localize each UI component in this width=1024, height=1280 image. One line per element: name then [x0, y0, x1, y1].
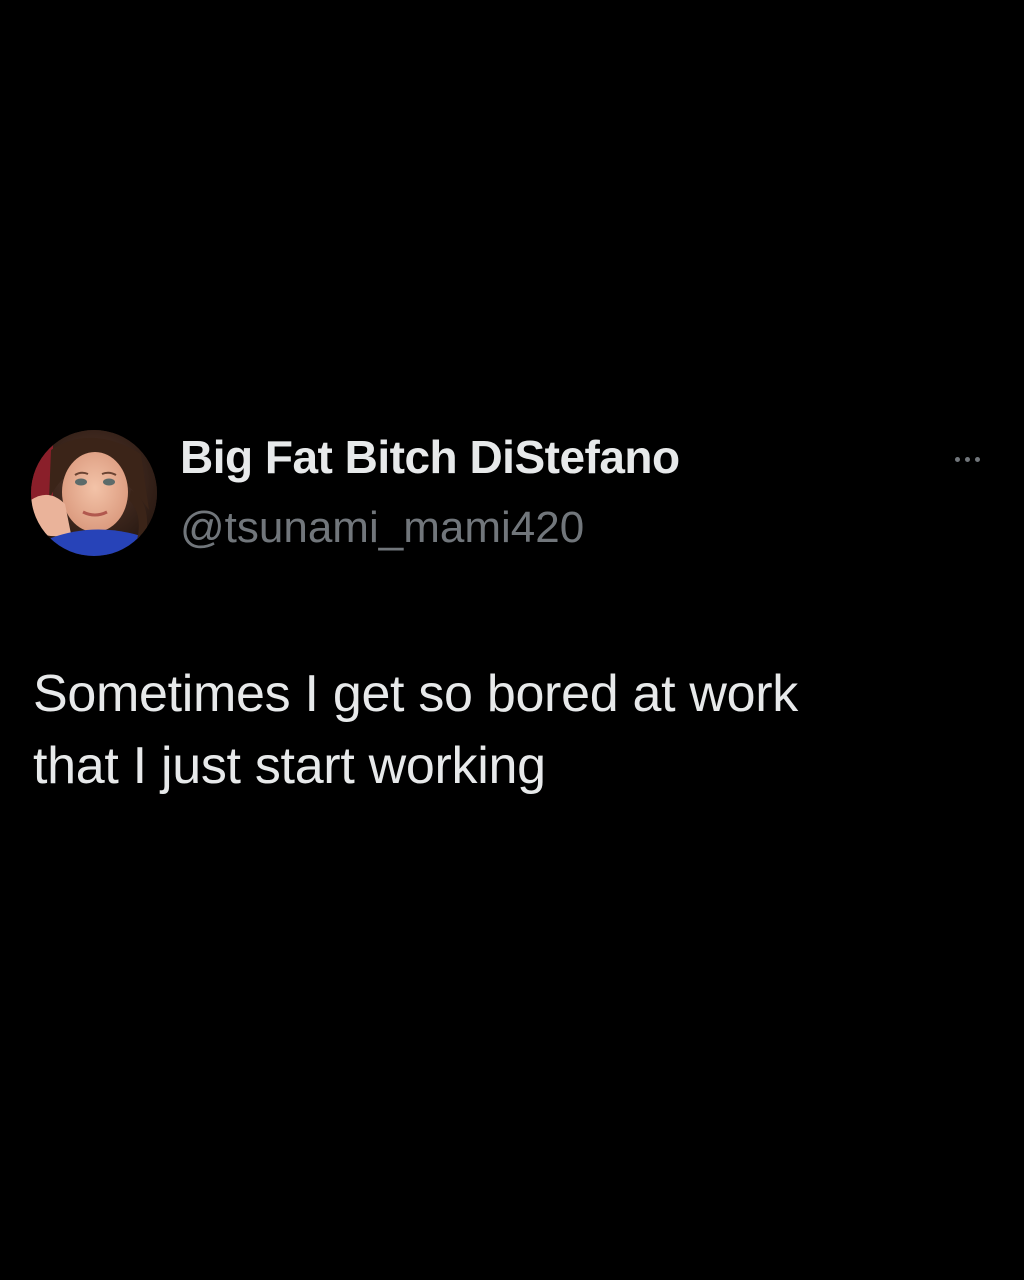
- more-horizontal-icon-dot: [964, 456, 970, 462]
- more-horizontal-icon-dot: [954, 456, 960, 462]
- more-horizontal-icon-dot: [974, 456, 980, 462]
- tweet-text-line: that I just start working: [33, 737, 546, 795]
- tweet-text: Sometimes I get so bored at work that I …: [33, 658, 993, 802]
- tweet-text-line: Sometimes I get so bored at work: [33, 665, 798, 723]
- tweet-card: Big Fat Bitch DiStefano @tsunami_mami420…: [0, 0, 1024, 1280]
- more-options-button[interactable]: [944, 444, 990, 474]
- avatar-photo-icon: [31, 430, 157, 556]
- display-name[interactable]: Big Fat Bitch DiStefano: [180, 426, 680, 488]
- avatar[interactable]: [31, 430, 157, 556]
- user-handle[interactable]: @tsunami_mami420: [180, 498, 584, 558]
